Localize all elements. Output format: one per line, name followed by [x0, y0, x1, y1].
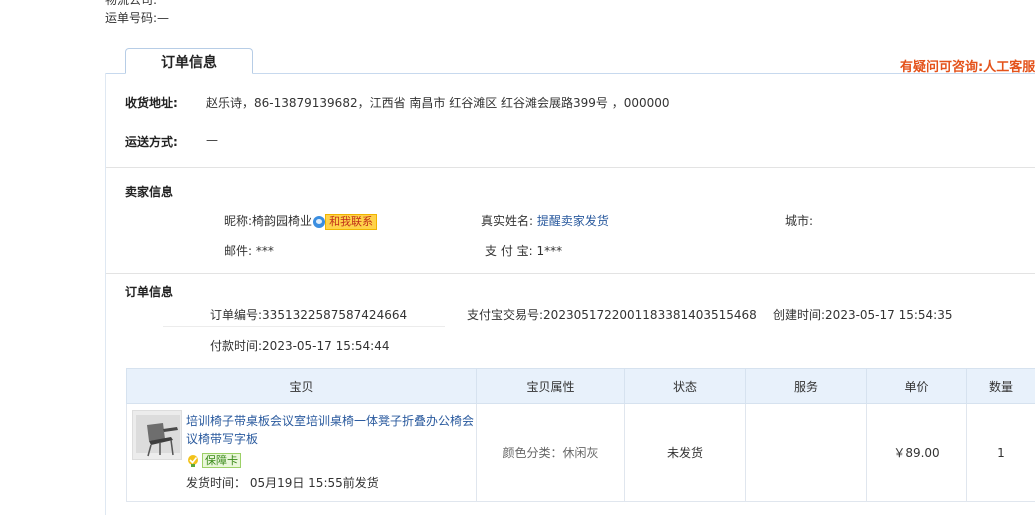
column-header-item: 宝贝: [126, 368, 477, 404]
divider: [106, 167, 1035, 168]
consult-prefix: 有疑问可咨询:: [900, 60, 984, 75]
product-thumbnail[interactable]: [132, 410, 182, 460]
item-service: [745, 403, 867, 502]
alipay-value: 1***: [536, 244, 563, 258]
created-time-value: 2023-05-17 15:54:35: [825, 308, 953, 322]
order-number-label: 订单编号:: [210, 308, 263, 322]
guarantee-card-badge[interactable]: 保障卡: [186, 453, 241, 468]
created-time-row: 创建时间:2023-05-17 15:54:35: [773, 306, 953, 323]
waybill-value: —: [157, 11, 170, 25]
column-header-status: 状态: [624, 368, 746, 404]
column-header-quantity: 数量: [966, 368, 1035, 404]
nickname-value: 椅韵园椅业: [252, 214, 313, 228]
seller-section-title: 卖家信息: [125, 185, 174, 199]
seller-email-row: 邮件: ***: [224, 242, 274, 259]
alipay-label: 支 付 宝:: [485, 244, 533, 258]
item-price: ￥89.00: [866, 403, 967, 502]
shipping-method-value: —: [206, 133, 218, 147]
alipay-trade-row: 支付宝交易号:2023051722001183381403515468: [467, 306, 757, 323]
column-header-attributes: 宝贝属性: [476, 368, 625, 404]
order-number-value: 3351322587587424664: [262, 308, 408, 322]
email-label: 邮件:: [224, 244, 253, 258]
seller-city-row: 城市:: [785, 212, 813, 229]
guarantee-icon: [188, 454, 198, 467]
realname-label: 真实姓名:: [481, 214, 534, 228]
alipay-trade-value: 2023051722001183381403515468: [543, 308, 757, 322]
waybill-row: 运单号码:—: [105, 9, 169, 26]
consult-hint: 有疑问可咨询:人工客服: [900, 56, 1035, 75]
waybill-label: 运单号码:: [105, 11, 158, 25]
column-header-price: 单价: [866, 368, 967, 404]
seller-nickname-row: 昵称:椅韵园椅业 和我联系: [224, 212, 378, 230]
table-header-row: 宝贝 宝贝属性 状态 服务 单价 数量: [126, 368, 1035, 404]
table-row: 培训椅子带桌板会议室培训桌椅一体凳子折叠办公椅会议椅带写字板 保障卡 发货时间：…: [126, 403, 1035, 502]
email-value: ***: [255, 244, 274, 258]
nickname-label: 昵称:: [224, 214, 253, 228]
created-time-label: 创建时间:: [773, 308, 826, 322]
divider: [163, 326, 445, 327]
paid-time-label: 付款时间:: [210, 339, 263, 353]
item-attributes: 颜色分类：休闲灰: [476, 403, 625, 502]
tab-order-info[interactable]: 订单信息: [125, 48, 253, 74]
item-cell: 培训椅子带桌板会议室培训桌椅一体凳子折叠办公椅会议椅带写字板 保障卡 发货时间：…: [126, 403, 477, 502]
item-status: 未发货: [624, 403, 746, 502]
order-section-title: 订单信息: [125, 285, 174, 299]
city-label: 城市:: [785, 214, 814, 228]
order-items-table: 宝贝 宝贝属性 状态 服务 单价 数量 培训椅子带桌板会议室培训桌椅一体凳子折叠…: [126, 368, 1035, 502]
product-title-link[interactable]: 培训椅子带桌板会议室培训桌椅一体凳子折叠办公椅会议椅带写字板: [186, 412, 476, 448]
shipping-method-label: 运送方式:: [125, 135, 178, 149]
logistics-company-label: 物流公司:: [105, 0, 158, 7]
remind-ship-link[interactable]: 提醒卖家发货: [537, 214, 609, 228]
address-label: 收货地址:: [125, 96, 178, 110]
guarantee-label: 保障卡: [202, 453, 241, 468]
customer-service-link[interactable]: 人工客服: [983, 60, 1035, 75]
contact-seller-button[interactable]: 和我联系: [325, 213, 378, 230]
column-header-service: 服务: [745, 368, 867, 404]
ship-deadline: 发货时间： 05月19日 15:55前发货: [186, 476, 379, 490]
seller-realname-row: 真实姓名: 提醒卖家发货: [481, 212, 609, 229]
panel-left-border: [105, 73, 106, 515]
paid-time-row: 付款时间:2023-05-17 15:54:44: [210, 337, 390, 354]
wangwang-icon[interactable]: [313, 215, 326, 228]
seller-alipay-row: 支 付 宝: 1***: [485, 242, 562, 259]
divider: [106, 273, 1035, 274]
order-number-row: 订单编号:3351322587587424664: [210, 306, 407, 323]
item-quantity: 1: [966, 403, 1035, 502]
alipay-trade-label: 支付宝交易号:: [467, 308, 544, 322]
paid-time-value: 2023-05-17 15:54:44: [262, 339, 390, 353]
address-value: 赵乐诗，86-13879139682，江西省 南昌市 红谷滩区 红谷滩会展路39…: [206, 96, 670, 110]
